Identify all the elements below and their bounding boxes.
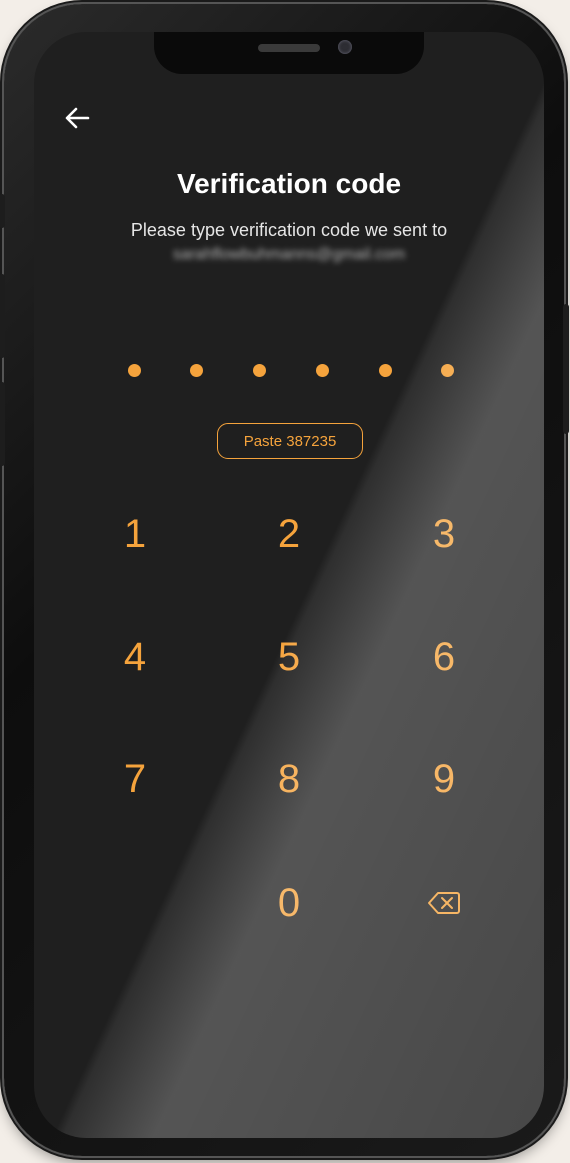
side-button-volume-up xyxy=(0,274,5,358)
code-dots xyxy=(128,364,458,378)
speaker-grille xyxy=(258,44,320,52)
side-button-power xyxy=(563,304,569,434)
code-dot xyxy=(379,364,392,377)
key-2[interactable]: 2 xyxy=(244,499,334,569)
paste-code-button[interactable]: Paste 387235 xyxy=(217,423,363,459)
key-6[interactable]: 6 xyxy=(399,622,489,692)
key-3[interactable]: 3 xyxy=(399,499,489,569)
phone-notch xyxy=(154,32,424,74)
side-button-silent xyxy=(0,194,5,228)
code-dot xyxy=(441,364,454,377)
key-1[interactable]: 1 xyxy=(90,499,180,569)
backspace-icon xyxy=(428,892,460,914)
backspace-button[interactable] xyxy=(399,868,489,938)
key-7[interactable]: 7 xyxy=(90,744,180,814)
key-4[interactable]: 4 xyxy=(90,622,180,692)
key-8[interactable]: 8 xyxy=(244,744,334,814)
back-button[interactable] xyxy=(62,104,92,132)
key-0[interactable]: 0 xyxy=(244,868,334,938)
key-9[interactable]: 9 xyxy=(399,744,489,814)
key-5[interactable]: 5 xyxy=(244,622,334,692)
code-dot xyxy=(190,364,203,377)
front-camera xyxy=(338,40,352,54)
recipient-email: sarahflowbuhmanns@gmail.com xyxy=(172,246,406,263)
phone-frame: Verification code Please type verificati… xyxy=(0,4,569,1156)
code-dot xyxy=(253,364,266,377)
side-button-volume-down xyxy=(0,382,5,466)
arrow-left-icon xyxy=(65,107,90,129)
page-subtitle: Please type verification code we sent to xyxy=(130,220,448,240)
code-dot xyxy=(128,364,141,377)
page-title: Verification code xyxy=(176,168,402,199)
code-dot xyxy=(316,364,329,377)
app-screen: Verification code Please type verificati… xyxy=(34,32,544,1138)
